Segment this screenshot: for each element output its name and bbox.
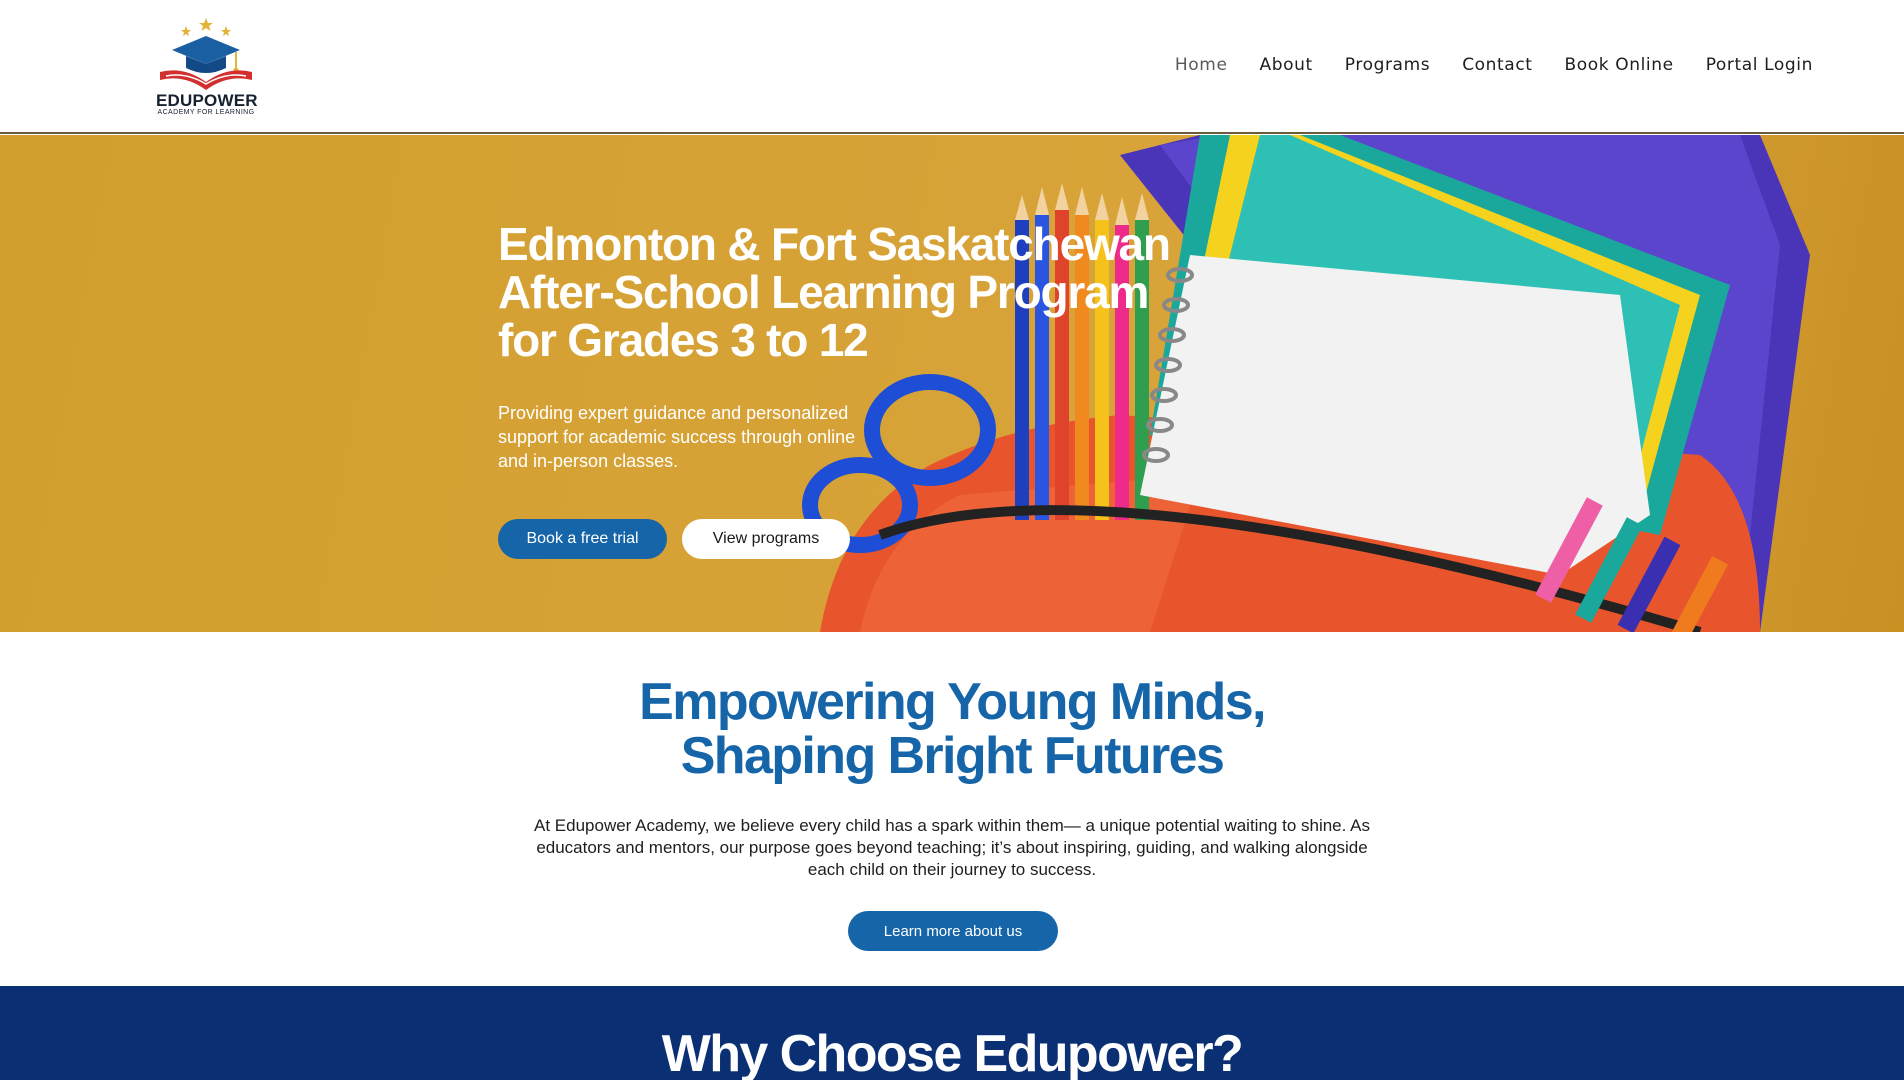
brand-tagline: ACADEMY FOR LEARNING xyxy=(157,109,255,116)
hero-title-line: Edmonton & Fort Saskatchewan xyxy=(498,218,1171,270)
main-nav: Home About Programs Contact Book Online … xyxy=(1175,55,1813,75)
nav-about[interactable]: About xyxy=(1260,55,1313,75)
nav-book-online[interactable]: Book Online xyxy=(1565,55,1674,75)
nav-programs[interactable]: Programs xyxy=(1345,55,1430,75)
learn-more-button[interactable]: Learn more about us xyxy=(848,911,1058,951)
hero-section: Edmonton & Fort Saskatchewan After-Schoo… xyxy=(0,135,1904,632)
hero-title-line: After-School Learning Program xyxy=(498,266,1149,318)
hero-title-line: for Grades 3 to 12 xyxy=(498,314,869,366)
hero-title: Edmonton & Fort Saskatchewan After-Schoo… xyxy=(498,220,1198,364)
about-title-line: Shaping Bright Futures xyxy=(680,727,1225,785)
book-free-trial-button[interactable]: Book a free trial xyxy=(498,519,667,559)
hero-subtitle: Providing expert guidance and personaliz… xyxy=(498,403,856,471)
about-title: Empowering Young Minds, Shaping Bright F… xyxy=(452,675,1452,783)
nav-contact[interactable]: Contact xyxy=(1462,55,1532,75)
site-header: EDUPOWER ACADEMY FOR LEARNING Home About… xyxy=(0,0,1904,134)
nav-portal-login[interactable]: Portal Login xyxy=(1706,55,1813,75)
hero-backpack-image xyxy=(802,135,1810,632)
about-body: At Edupower Academy, we believe every ch… xyxy=(534,816,1370,879)
why-section: Why Choose Edupower? xyxy=(0,986,1904,1080)
view-programs-button[interactable]: View programs xyxy=(682,519,850,559)
brand-name: EDUPOWER xyxy=(156,91,258,110)
about-title-line: Empowering Young Minds, xyxy=(639,673,1266,731)
why-title: Why Choose Edupower? xyxy=(661,1025,1244,1080)
nav-home[interactable]: Home xyxy=(1175,55,1228,75)
